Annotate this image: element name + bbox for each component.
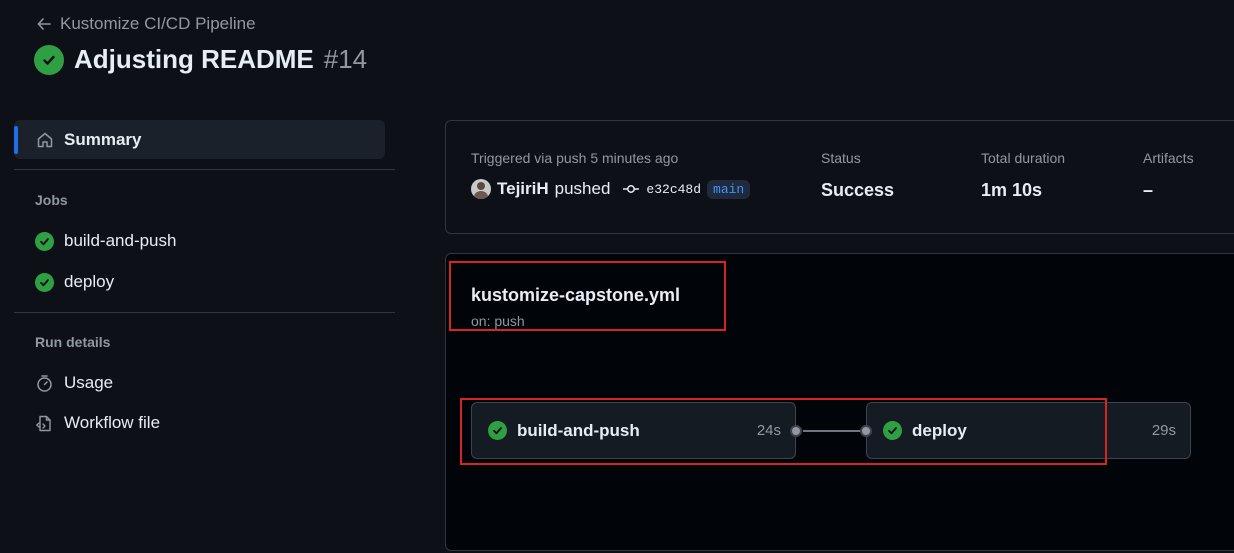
- success-check-icon: [35, 272, 54, 292]
- run-summary-panel: Triggered via push 5 minutes ago TejiriH…: [445, 120, 1234, 234]
- success-check-icon: [35, 231, 54, 251]
- run-title: Adjusting README: [74, 44, 314, 74]
- sidebar-item-summary[interactable]: Summary: [14, 120, 385, 159]
- sidebar-item-label: Workflow file: [64, 413, 161, 432]
- actor-link[interactable]: TejiriH: [497, 179, 549, 199]
- push-info: TejiriH pushed e32c48d main: [471, 179, 751, 199]
- run-details-heading: Run details: [35, 334, 111, 350]
- duration-value: 1m 10s: [981, 180, 1043, 200]
- avatar[interactable]: [471, 179, 491, 199]
- jobs-heading: Jobs: [35, 192, 68, 208]
- active-indicator: [14, 126, 18, 154]
- highlight-box-jobs: [460, 398, 1107, 465]
- stopwatch-icon: [35, 374, 54, 393]
- sidebar-item-label: build-and-push: [64, 231, 177, 250]
- back-link-label: Kustomize CI/CD Pipeline: [60, 14, 256, 33]
- arrow-left-icon: [37, 18, 51, 30]
- sidebar-item-deploy[interactable]: deploy: [35, 272, 114, 292]
- back-link[interactable]: Kustomize CI/CD Pipeline: [36, 14, 256, 34]
- sidebar-item-label: Usage: [64, 373, 114, 392]
- run-number: #14: [323, 44, 368, 74]
- commit-sha-link[interactable]: e32c48d: [646, 182, 701, 197]
- push-action: pushed: [554, 179, 611, 198]
- status-label: Status: [821, 150, 861, 166]
- branch-badge[interactable]: main: [707, 179, 751, 199]
- sidebar-item-build-and-push[interactable]: build-and-push: [35, 231, 176, 251]
- artifacts-value: –: [1143, 180, 1154, 200]
- sidebar-divider: [14, 169, 395, 170]
- trigger-text: Triggered via push 5 minutes ago: [471, 150, 679, 166]
- sidebar-divider: [14, 312, 395, 313]
- success-check-icon: [34, 44, 64, 75]
- duration-label: Total duration: [981, 150, 1066, 166]
- highlight-box-workflow-file: [449, 261, 726, 331]
- status-value: Success: [821, 180, 895, 200]
- job-duration: 29s: [1151, 422, 1176, 439]
- sidebar-item-workflow-file[interactable]: Workflow file: [35, 413, 160, 433]
- home-icon: [36, 131, 54, 149]
- sidebar-item-label: Summary: [64, 129, 142, 149]
- file-code-icon: [35, 414, 54, 433]
- page-title: Adjusting README #14: [34, 44, 367, 75]
- sidebar-item-label: deploy: [64, 272, 115, 291]
- sidebar-item-usage[interactable]: Usage: [35, 373, 113, 393]
- commit-icon: [622, 183, 640, 195]
- artifacts-label: Artifacts: [1143, 150, 1194, 166]
